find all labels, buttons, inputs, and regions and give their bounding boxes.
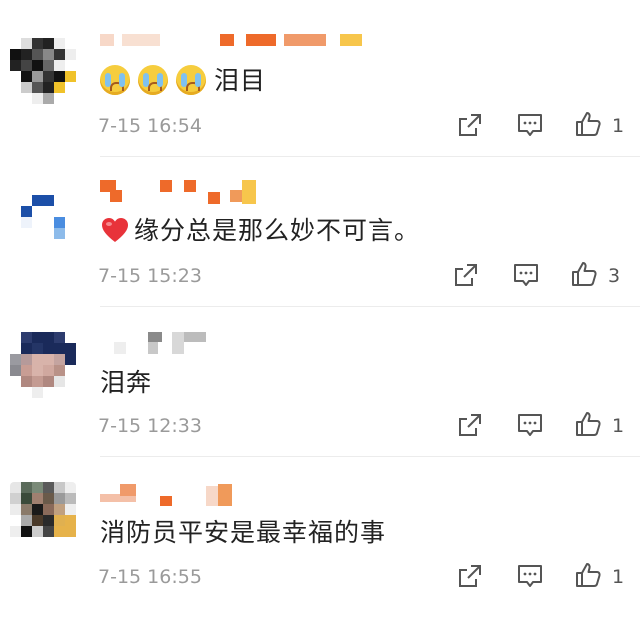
like-button[interactable] [574, 561, 604, 591]
comment-time: 7-15 12:33 [98, 415, 202, 437]
comment-button[interactable] [512, 261, 542, 291]
avatar[interactable] [10, 482, 76, 548]
thumbs-up-icon [576, 563, 601, 587]
comment-time: 7-15 16:55 [98, 566, 202, 588]
like-count: 1 [612, 566, 625, 588]
divider [100, 456, 640, 457]
comment-bubble-icon [514, 264, 538, 286]
like-button[interactable] [570, 260, 600, 290]
comment-text-body: 消防员平安是最幸福的事 [100, 518, 387, 547]
comment-bubble-icon [518, 565, 542, 587]
username-blurred[interactable] [100, 332, 210, 354]
repost-button[interactable] [456, 411, 486, 441]
comment-button[interactable] [516, 562, 546, 592]
comment-text: 缘分总是那么妙不可言。 [100, 214, 420, 248]
divider [100, 306, 640, 307]
comment-text-body: 缘分总是那么妙不可言。 [134, 216, 421, 245]
avatar[interactable] [10, 332, 76, 398]
thumbs-up-icon [572, 262, 597, 286]
like-count: 1 [612, 415, 625, 437]
share-arrow-box-icon [455, 264, 477, 286]
thumbs-up-icon [576, 412, 601, 436]
comment-bubble-icon [518, 414, 542, 436]
divider [100, 156, 640, 157]
red-heart-icon [102, 218, 128, 242]
repost-button[interactable] [452, 261, 482, 291]
share-arrow-box-icon [459, 414, 481, 436]
comment-button[interactable] [516, 411, 546, 441]
comment-text: 消防员平安是最幸福的事 [100, 516, 386, 550]
avatar[interactable] [10, 184, 76, 250]
comment-text-body: 泪奔 [100, 368, 153, 397]
comment-text: 泪奔 [100, 366, 152, 400]
like-count: 3 [608, 265, 621, 287]
share-arrow-box-icon [459, 565, 481, 587]
repost-button[interactable] [456, 562, 486, 592]
username-blurred[interactable] [100, 180, 270, 204]
comment-item: 消防员平安是最幸福的事 7-15 16:55 1 [0, 0, 640, 588]
like-button[interactable] [574, 410, 604, 440]
username-blurred[interactable] [100, 484, 240, 506]
comment-time: 7-15 15:23 [98, 265, 202, 287]
